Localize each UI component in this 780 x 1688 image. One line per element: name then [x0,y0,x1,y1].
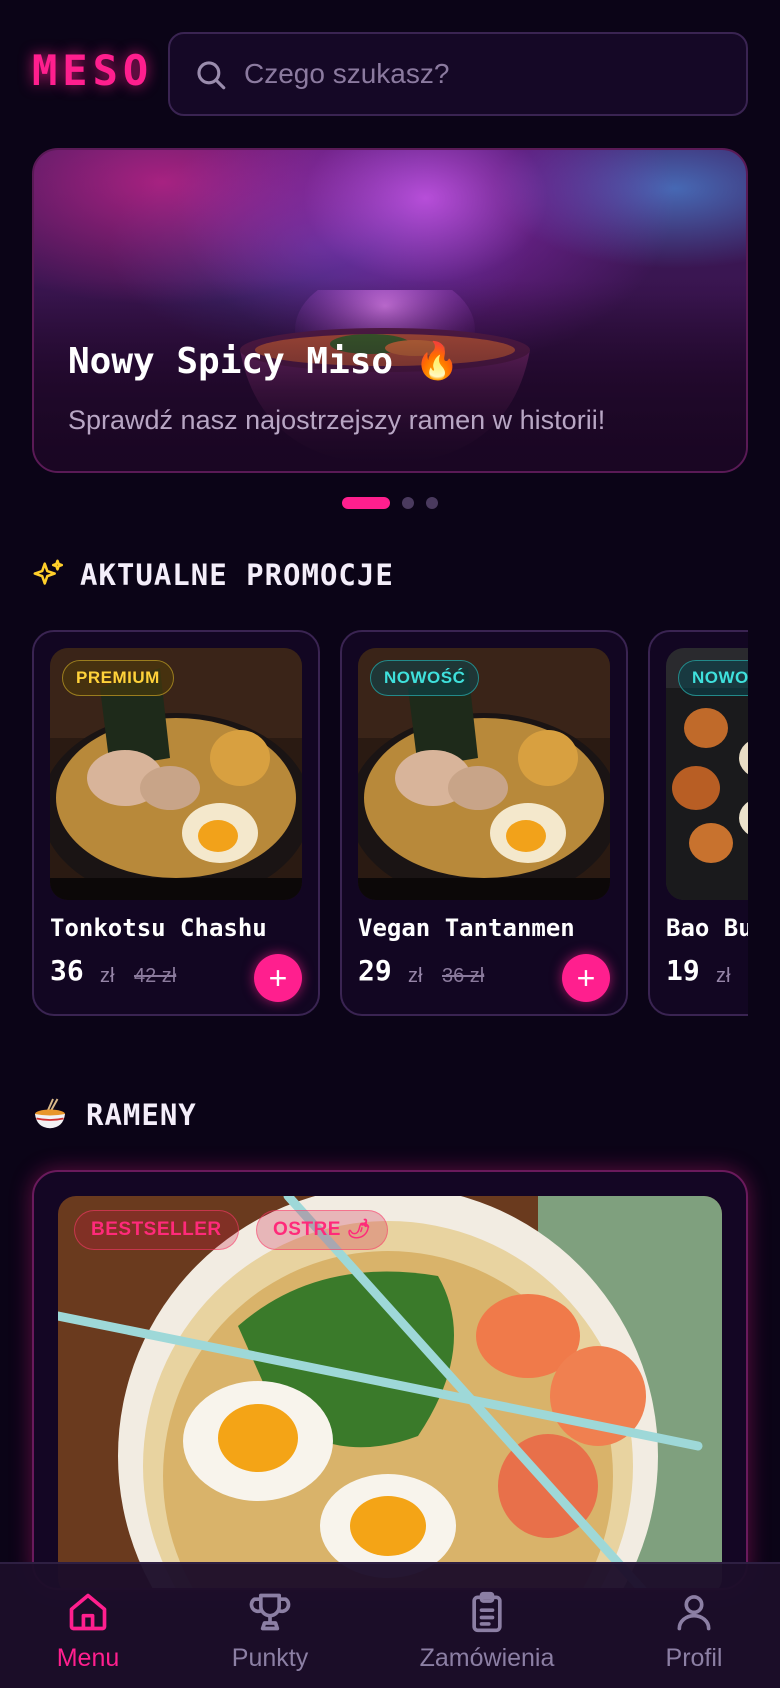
nav-item-orders[interactable]: Zamówienia [412,1564,562,1688]
nav-item-points[interactable]: Punkty [210,1564,330,1688]
dish-image: BESTSELLER OSTRE 🌶 [58,1196,722,1588]
promotions-carousel[interactable]: PREMIUM Tonkotsu Chashu 36 zł 42 zł + NO… [32,630,748,1018]
dish-price: 19 [666,954,700,987]
nav-item-profile[interactable]: Profil [634,1564,754,1688]
ramen-heading: RAMENY [32,1096,432,1136]
dish-price: 29 [358,954,392,987]
app-logo[interactable]: MESO [32,46,153,95]
bottom-nav: Menu Punkty Zamówienia Profil [0,1562,780,1688]
shrimp-ramen-image [58,1196,722,1588]
currency-label: zł [408,965,423,987]
carousel-dot-2[interactable] [402,497,414,509]
dish-name: Tonkotsu Chashu [50,914,267,942]
currency-label: zł [100,965,115,987]
badge-premium: PREMIUM [62,660,174,696]
hero-subtitle: Sprawdź nasz najostrzejszy ramen w histo… [68,405,606,435]
promo-card[interactable]: NOWOŚĆ Bao Bun 19 zł [648,630,748,1016]
trophy-icon [249,1593,291,1631]
promo-card[interactable]: PREMIUM Tonkotsu Chashu 36 zł 42 zł + [32,630,320,1016]
carousel-dots [0,497,780,511]
old-price: 42 zł [134,965,177,987]
carousel-dot-1[interactable] [342,497,390,509]
dish-price: 36 [50,954,84,987]
old-price: 36 zł [442,965,485,987]
nav-item-menu[interactable]: Menu [28,1564,148,1688]
ramen-bowl-icon [35,1098,65,1129]
add-to-cart-button[interactable]: + [254,954,302,1002]
search-input[interactable] [244,34,734,114]
dish-name: Vegan Tantanmen [358,914,575,942]
add-to-cart-button[interactable]: + [562,954,610,1002]
user-icon [677,1595,711,1631]
search-icon [197,61,226,90]
featured-ramen-card[interactable]: BESTSELLER OSTRE 🌶 [32,1170,748,1590]
promo-card[interactable]: NOWOŚĆ Vegan Tantanmen 29 zł 36 zł + [340,630,628,1016]
dish-image: PREMIUM [50,648,302,900]
home-icon [69,1593,107,1631]
hero-title: Nowy Spicy Miso 🔥 [68,341,460,382]
currency-label: zł [716,965,731,987]
tag-bestseller: BESTSELLER [74,1210,239,1250]
search-bar[interactable] [168,32,748,116]
dish-image: NOWOŚĆ [666,648,748,900]
promotions-heading: AKTUALNE PROMOCJE [32,556,532,596]
carousel-dot-3[interactable] [426,497,438,509]
dish-name: Bao Bun [666,914,748,942]
dish-image: NOWOŚĆ [358,648,610,900]
hero-banner[interactable]: Nowy Spicy Miso 🔥 Sprawdź nasz najostrze… [32,148,748,473]
app-header: MESO [0,0,780,130]
clipboard-icon [472,1591,502,1633]
badge-new: NOWOŚĆ [678,660,748,696]
sparkles-icon [33,559,64,585]
badge-new: NOWOŚĆ [370,660,480,696]
tag-spicy: OSTRE 🌶 [256,1210,389,1250]
